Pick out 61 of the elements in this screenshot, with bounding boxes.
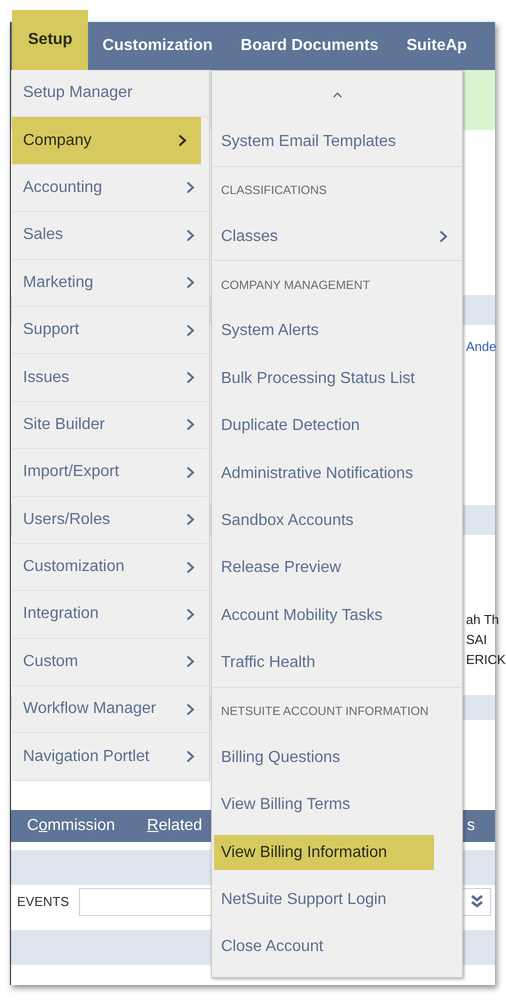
menu-item[interactable]: Import/Export — [12, 449, 209, 497]
menu-item[interactable]: Account Mobility Tasks — [212, 592, 462, 640]
chevron-right-icon — [186, 276, 195, 290]
subtab[interactable]: s — [467, 814, 475, 838]
link-text[interactable]: Ande — [466, 339, 496, 354]
menu-item[interactable]: Duplicate Detection — [212, 402, 462, 450]
menu-item[interactable]: Sales — [12, 212, 209, 260]
field-label: EVENTS — [17, 892, 70, 911]
field-value: SAI — [466, 632, 487, 647]
chevron-right-icon — [186, 181, 195, 194]
menu-item[interactable]: View Billing Information — [214, 834, 434, 870]
chevron-right-icon — [186, 418, 195, 432]
menu-section-header: CLASSIFICATIONS — [212, 166, 462, 214]
menu-item[interactable]: Sandbox Accounts — [212, 497, 462, 545]
menu-item[interactable]: Company — [12, 117, 201, 165]
menu-item[interactable]: View Billing Terms — [212, 782, 462, 829]
chevron-right-icon — [439, 230, 448, 244]
menu-item[interactable]: Release Preview — [212, 544, 462, 592]
menu-item[interactable]: Classes — [212, 213, 462, 260]
menu-item[interactable]: Users/Roles — [12, 496, 209, 544]
menu-item[interactable]: Administrative Notifications — [212, 450, 462, 498]
chevron-right-icon — [178, 134, 187, 148]
menu-item[interactable]: Workflow Manager — [12, 686, 209, 734]
menu-item[interactable]: Bulk Processing Status List — [212, 355, 462, 403]
nav-tab[interactable]: Board Documents — [226, 22, 392, 70]
menu-item[interactable]: System Email Templates — [212, 118, 462, 166]
menu-item[interactable]: Close Account — [212, 924, 462, 972]
menu-item[interactable]: Billing Questions — [212, 734, 462, 782]
chevron-right-icon — [186, 750, 195, 764]
menu-item[interactable]: Integration — [12, 591, 209, 639]
subtab[interactable]: Commission — [27, 814, 116, 838]
chevron-right-icon — [186, 371, 195, 384]
chevron-right-icon — [186, 466, 195, 479]
field-value: ah Th — [466, 612, 500, 627]
menu-item[interactable]: Traffic Health — [212, 640, 462, 687]
menu-item[interactable]: Accounting — [12, 164, 209, 212]
chevron-right-icon — [186, 655, 195, 668]
menu-item[interactable]: Support — [12, 306, 209, 354]
menu-item[interactable]: System Alerts — [212, 308, 462, 356]
chevron-right-icon — [186, 513, 195, 526]
double-chevron-down-icon[interactable] — [470, 895, 484, 908]
chevron-right-icon — [186, 560, 195, 574]
menu-item[interactable]: Navigation Portlet — [12, 733, 209, 781]
field-value: ERICK — [466, 652, 506, 667]
menu-item[interactable]: Customization — [12, 544, 209, 592]
chevron-up-icon[interactable] — [332, 90, 342, 99]
chevron-right-icon — [186, 228, 195, 242]
menu-item[interactable]: Issues — [12, 354, 209, 402]
chevron-right-icon — [186, 324, 195, 337]
subtab[interactable]: Related — [147, 814, 202, 838]
menu-item[interactable]: Custom — [12, 638, 209, 686]
nav-tab[interactable]: Setup — [12, 10, 88, 70]
nav-tab[interactable]: Customization — [88, 22, 227, 70]
menu-item[interactable]: Site Builder — [12, 402, 209, 450]
menu-item[interactable]: NetSuite Support Login — [212, 876, 462, 924]
chevron-right-icon — [186, 608, 195, 621]
menu-item[interactable]: Marketing — [12, 260, 209, 307]
nav-tab[interactable]: SuiteAp — [392, 22, 481, 70]
chevron-right-icon — [186, 702, 195, 716]
menu-section-header: NETSUITE ACCOUNT INFORMATION — [212, 686, 462, 734]
menu-section-header: COMPANY MANAGEMENT — [212, 260, 462, 308]
